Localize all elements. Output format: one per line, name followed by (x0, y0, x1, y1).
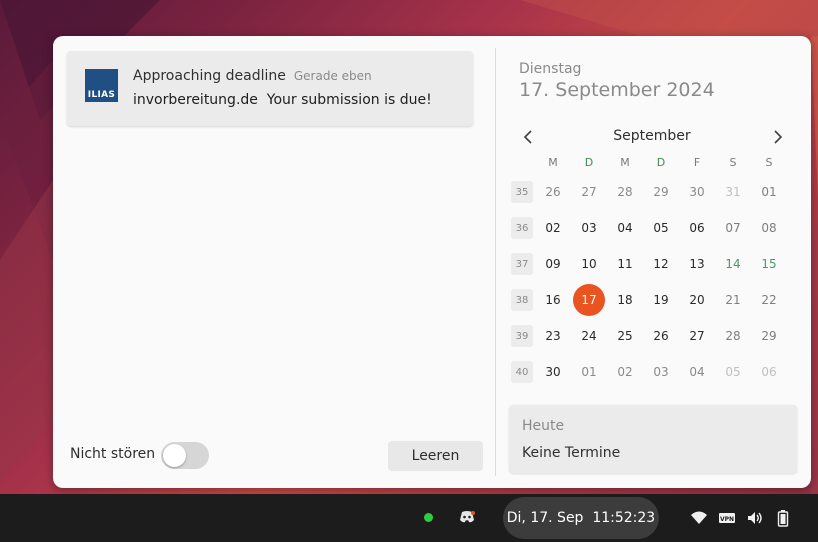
calendar-day[interactable]: 24 (573, 320, 605, 352)
calendar-weekday: Dienstag (519, 61, 582, 77)
clock-button[interactable]: Di, 17. Sep 11:52:23 (503, 497, 659, 539)
calendar-day[interactable]: 31 (717, 176, 749, 208)
calendar-day[interactable]: 29 (753, 320, 785, 352)
chevron-right-icon (774, 130, 783, 144)
calendar-day[interactable]: 05 (645, 212, 677, 244)
calendar-day[interactable]: 10 (573, 248, 605, 280)
week-number[interactable]: 39 (511, 325, 533, 347)
day-header: D (584, 156, 594, 169)
calendar-day[interactable]: 03 (573, 212, 605, 244)
calendar-day[interactable]: 05 (717, 356, 749, 388)
calendar-day[interactable]: 22 (753, 284, 785, 316)
day-header: D (656, 156, 666, 169)
calendar-day[interactable]: 07 (717, 212, 749, 244)
calendar-day[interactable]: 06 (681, 212, 713, 244)
notification-title: Approaching deadline (133, 68, 286, 84)
notification-card[interactable]: ILIAS Approaching deadline Gerade eben in… (67, 51, 473, 126)
calendar-day[interactable]: 21 (717, 284, 749, 316)
calendar-day[interactable]: 27 (573, 176, 605, 208)
calendar-day[interactable]: 25 (609, 320, 641, 352)
events-section[interactable]: Heute Keine Termine (509, 405, 797, 473)
battery-icon[interactable] (774, 509, 792, 527)
notification-time: Gerade eben (293, 69, 372, 83)
taskbar: Di, 17. Sep 11:52:23 VPN (0, 494, 818, 542)
clock-text: Di, 17. Sep 11:52:23 (506, 510, 656, 526)
calendar-day[interactable]: 19 (645, 284, 677, 316)
app-logo-text: ILIAS (87, 90, 116, 100)
calendar-day[interactable]: 13 (681, 248, 713, 280)
calendar-day[interactable]: 14 (717, 248, 749, 280)
calendar-day[interactable]: 28 (609, 176, 641, 208)
calendar-day[interactable]: 18 (609, 284, 641, 316)
svg-text:VPN: VPN (720, 516, 734, 523)
calendar-day[interactable]: 20 (681, 284, 713, 316)
notification-title-row: Approaching deadline Gerade eben (133, 68, 372, 84)
wifi-icon[interactable] (690, 509, 708, 527)
calendar-day[interactable]: 26 (537, 176, 569, 208)
calendar-day[interactable]: 26 (645, 320, 677, 352)
vpn-icon[interactable]: VPN (718, 509, 736, 527)
clear-button[interactable]: Leeren (388, 441, 483, 471)
day-header: M (620, 156, 630, 169)
day-header: S (729, 156, 737, 169)
calendar-day[interactable]: 11 (609, 248, 641, 280)
events-text: Keine Termine (522, 445, 621, 461)
calendar-day[interactable]: 27 (681, 320, 713, 352)
calendar-day[interactable]: 17 (573, 284, 605, 316)
calendar-full-date[interactable]: 17. September 2024 (519, 79, 715, 101)
day-header: F (693, 156, 701, 169)
calendar-day[interactable]: 23 (537, 320, 569, 352)
calendar-day[interactable]: 04 (609, 212, 641, 244)
calendar-day[interactable]: 30 (681, 176, 713, 208)
calendar-day[interactable]: 03 (645, 356, 677, 388)
next-month-button[interactable] (768, 128, 788, 149)
calendar-day[interactable]: 29 (645, 176, 677, 208)
divider (495, 48, 496, 476)
calendar-day[interactable]: 04 (681, 356, 713, 388)
week-number[interactable]: 35 (511, 181, 533, 203)
ilias-app-icon: ILIAS (85, 69, 118, 102)
dnd-label: Nicht stören (70, 446, 156, 462)
status-dot-icon[interactable] (424, 513, 433, 522)
toggle-knob (163, 444, 186, 467)
week-number[interactable]: 40 (511, 361, 533, 383)
previous-month-button[interactable] (518, 128, 538, 149)
week-number[interactable]: 38 (511, 289, 533, 311)
calendar-day[interactable]: 01 (573, 356, 605, 388)
calendar-day[interactable]: 01 (753, 176, 785, 208)
calendar-day[interactable]: 30 (537, 356, 569, 388)
discord-icon[interactable] (459, 510, 475, 524)
notification-calendar-popup: ILIAS Approaching deadline Gerade eben in… (53, 36, 811, 488)
calendar-month: September (613, 128, 691, 144)
day-header: M (548, 156, 558, 169)
calendar-day[interactable]: 09 (537, 248, 569, 280)
week-number[interactable]: 36 (511, 217, 533, 239)
calendar-day[interactable]: 06 (753, 356, 785, 388)
calendar-day[interactable]: 28 (717, 320, 749, 352)
calendar-day[interactable]: 15 (753, 248, 785, 280)
week-number[interactable]: 37 (511, 253, 533, 275)
calendar-day[interactable]: 08 (753, 212, 785, 244)
calendar-day[interactable]: 16 (537, 284, 569, 316)
notification-body: invorbereitung.de Your submission is due… (133, 92, 432, 108)
calendar-day[interactable]: 12 (645, 248, 677, 280)
chevron-left-icon (523, 130, 532, 144)
events-header: Heute (522, 418, 565, 434)
volume-icon[interactable] (746, 509, 764, 527)
calendar-day[interactable]: 02 (537, 212, 569, 244)
day-header: S (765, 156, 773, 169)
calendar-day[interactable]: 02 (609, 356, 641, 388)
dnd-toggle[interactable] (161, 442, 209, 469)
